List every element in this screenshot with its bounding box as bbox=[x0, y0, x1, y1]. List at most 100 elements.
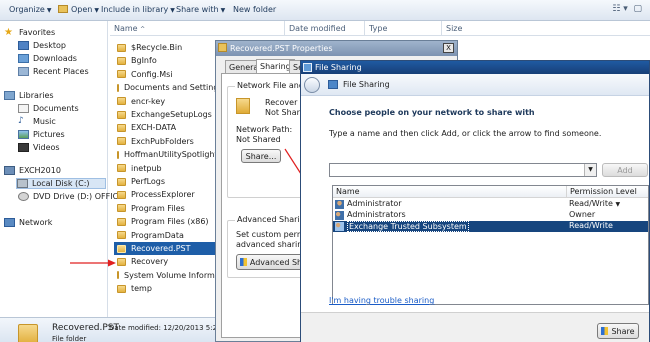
add-button[interactable]: Add bbox=[602, 163, 648, 177]
open-button[interactable]: Open ▼ bbox=[58, 5, 99, 14]
nav-dvd-drive[interactable]: DVD Drive (D:) OFFICE bbox=[18, 192, 123, 201]
advanced-sharing-button[interactable]: Advanced Sh bbox=[236, 254, 306, 270]
chevron-down-icon[interactable]: ▼ bbox=[584, 164, 596, 176]
chevron-down-icon: ▼ bbox=[94, 7, 99, 14]
user-icon bbox=[335, 200, 344, 209]
view-options-icon[interactable]: ☷ ▾ ▢ bbox=[612, 4, 642, 14]
documents-icon bbox=[18, 104, 29, 113]
listview-row-selected[interactable]: Exchange Trusted Subsystem Read/Write bbox=[333, 221, 648, 232]
nav-desktop-label: Desktop bbox=[33, 41, 66, 50]
folder-icon bbox=[117, 56, 126, 65]
file-name: encr-key bbox=[131, 96, 166, 106]
videos-icon bbox=[18, 143, 29, 152]
file-row[interactable]: ProgramData bbox=[114, 229, 214, 242]
navigation-pane: ★ Favorites Desktop Downloads Recent Plac… bbox=[0, 21, 123, 317]
row-permission: Owner bbox=[569, 210, 596, 219]
file-row[interactable]: PerfLogs bbox=[114, 175, 214, 188]
folder-icon bbox=[236, 98, 250, 114]
folder-icon bbox=[218, 43, 227, 52]
nav-computer-label: EXCH2010 bbox=[19, 166, 61, 175]
file-row[interactable]: $Recycle.Bin bbox=[114, 41, 214, 54]
sort-caret-icon: ^ bbox=[140, 26, 146, 33]
file-name: Documents and Settings bbox=[124, 83, 223, 93]
folder-icon bbox=[117, 284, 126, 293]
column-header-name[interactable]: Name ^ bbox=[110, 21, 285, 36]
downloads-icon bbox=[18, 54, 29, 63]
folder-icon bbox=[117, 231, 126, 240]
column-header-type[interactable]: Type bbox=[365, 21, 442, 36]
nav-pictures[interactable]: Pictures bbox=[18, 130, 65, 139]
permission-dropdown[interactable]: Read/Write ▼ bbox=[569, 199, 620, 208]
nav-network-label: Network bbox=[19, 218, 53, 227]
nav-documents[interactable]: Documents bbox=[18, 104, 79, 113]
share-dialog-button[interactable]: Share bbox=[597, 323, 639, 339]
file-row[interactable]: BgInfo bbox=[114, 54, 214, 67]
listview-row[interactable]: Administrator Read/Write ▼ bbox=[333, 199, 648, 210]
include-library-label: Include in library bbox=[101, 5, 169, 14]
chevron-down-icon: ▼ bbox=[46, 7, 52, 14]
permissions-listview: Name Permission Level Administrator Read… bbox=[332, 185, 649, 305]
nav-network[interactable]: Network bbox=[4, 218, 52, 227]
new-folder-button[interactable]: New folder bbox=[233, 5, 276, 14]
music-icon: ♪ bbox=[18, 116, 24, 126]
file-sharing-footer: Share bbox=[301, 312, 649, 342]
include-in-library-button[interactable]: Include in library ▼ bbox=[101, 5, 175, 14]
file-row[interactable]: encr-key bbox=[114, 95, 214, 108]
close-button[interactable]: X bbox=[443, 43, 454, 53]
advanced-sharing-label: Advanced Sh bbox=[249, 258, 303, 267]
nav-recent-places[interactable]: Recent Places bbox=[18, 67, 89, 76]
file-row[interactable]: HoffmanUtilitySpotlight bbox=[114, 148, 218, 161]
folder-icon bbox=[117, 190, 126, 199]
file-row[interactable]: ExchPubFolders bbox=[114, 135, 214, 148]
nav-computer[interactable]: EXCH2010 bbox=[4, 166, 61, 175]
folder-icon bbox=[117, 97, 126, 106]
nav-libraries[interactable]: Libraries bbox=[4, 91, 54, 100]
shared-folder-name: Recover bbox=[265, 98, 298, 107]
column-header-permission[interactable]: Permission Level bbox=[567, 186, 648, 198]
column-header-name[interactable]: Name bbox=[333, 186, 567, 198]
explorer-toolbar: Organize ▼ Open ▼ Include in library ▼ Shar… bbox=[0, 0, 650, 21]
folder-icon bbox=[117, 257, 126, 266]
column-header-size[interactable]: Size bbox=[442, 21, 650, 36]
column-header-date[interactable]: Date modified bbox=[285, 21, 365, 36]
nav-desktop[interactable]: Desktop bbox=[18, 41, 66, 50]
folder-icon bbox=[117, 83, 119, 92]
sharing-icon bbox=[303, 63, 312, 72]
organize-button[interactable]: Organize ▼ bbox=[9, 5, 51, 14]
nav-videos[interactable]: Videos bbox=[18, 143, 60, 152]
nav-downloads[interactable]: Downloads bbox=[18, 54, 77, 63]
trouble-sharing-link[interactable]: I'm having trouble sharing bbox=[329, 296, 434, 305]
file-row[interactable]: ProcessExplorer bbox=[114, 188, 214, 201]
star-icon: ★ bbox=[4, 27, 13, 38]
nav-music[interactable]: ♪ Music bbox=[18, 116, 56, 127]
file-row[interactable]: EXCH-DATA bbox=[114, 121, 214, 134]
share-button[interactable]: Share... bbox=[241, 149, 281, 163]
share-with-button[interactable]: Share with ▼ bbox=[176, 5, 225, 14]
back-button[interactable] bbox=[304, 77, 320, 93]
file-row[interactable]: Program Files bbox=[114, 202, 214, 215]
nav-music-label: Music bbox=[33, 117, 56, 126]
name-combobox[interactable]: ▼ bbox=[329, 163, 597, 177]
file-row[interactable]: Recovery bbox=[114, 255, 214, 268]
file-name: temp bbox=[131, 284, 152, 294]
file-row[interactable]: Documents and Settings bbox=[114, 81, 223, 94]
file-row[interactable]: inetpub bbox=[114, 162, 214, 175]
file-name: EXCH-DATA bbox=[131, 123, 177, 133]
nav-favorites-label: Favorites bbox=[19, 28, 56, 37]
nav-downloads-label: Downloads bbox=[33, 54, 77, 63]
share-dialog-label: Share bbox=[611, 327, 635, 336]
file-row[interactable]: ExchangeSetupLogs bbox=[114, 108, 214, 121]
nav-libraries-label: Libraries bbox=[19, 91, 54, 100]
row-permission: Read/Write bbox=[569, 221, 613, 230]
listview-row[interactable]: Administrators Owner bbox=[333, 210, 648, 221]
file-row[interactable]: System Volume Information bbox=[114, 269, 235, 282]
group-icon bbox=[335, 222, 344, 231]
file-row[interactable]: Program Files (x86) bbox=[114, 215, 214, 228]
file-row[interactable]: Config.Msi bbox=[114, 68, 214, 81]
file-row[interactable]: temp bbox=[114, 282, 214, 295]
nav-favorites[interactable]: ★ Favorites bbox=[4, 27, 56, 38]
file-row-selected[interactable]: Recovered.PST bbox=[114, 242, 215, 255]
row-name: Administrators bbox=[347, 210, 406, 219]
shield-icon bbox=[239, 258, 247, 266]
nav-local-disk[interactable]: Local Disk (C:) bbox=[16, 178, 106, 189]
